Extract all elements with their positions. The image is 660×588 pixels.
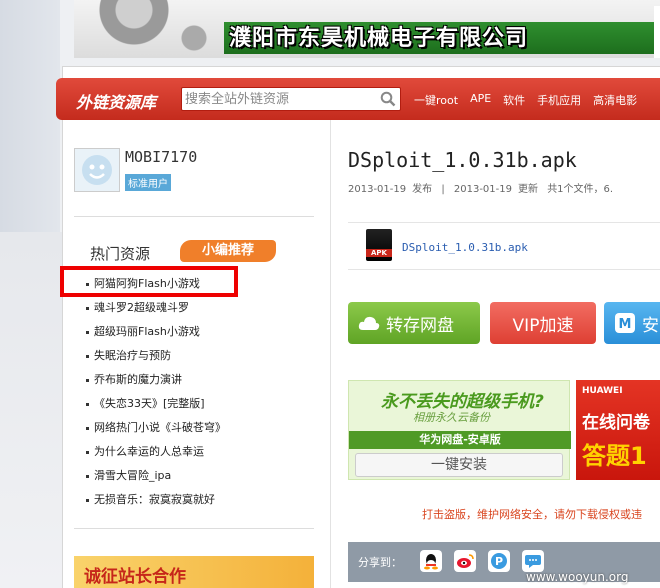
list-item[interactable]: 为什么幸运的人总幸运 [86,444,226,468]
bullet-icon [86,330,89,334]
bullet-icon [86,378,89,382]
copyright-notice: 打击盗版，维护网络安全，请勿下载侵权或违 [422,508,642,521]
column-divider [330,120,331,588]
banner-right: 主营 各种 优质 [654,6,660,58]
safe-download-button[interactable]: M 安 [604,302,660,344]
editor-pick-tab[interactable]: 小编推荐 [180,240,276,262]
sidebar-divider [74,528,314,529]
nav-links: 一键root APE 软件 手机应用 高清电影 [414,92,649,108]
partner-ad-text: 诚征站长合作 [84,567,186,587]
user-role-badge: 标准用户 [125,174,171,191]
ad-subline: 相册永久云备份 [413,411,490,424]
user-name[interactable]: MOBI7170 [125,148,197,166]
weibo-icon[interactable] [454,550,476,572]
nav-link-mobile-apps[interactable]: 手机应用 [537,92,581,108]
nav-link-root[interactable]: 一键root [414,92,458,108]
nav-link-ape[interactable]: APE [470,92,491,108]
bullet-icon [86,306,89,310]
partner-ad-banner[interactable]: 诚征站长合作 [74,556,314,588]
list-item[interactable]: 无损音乐：寂寞寂寞就好 [86,492,226,516]
meta-separator: | [441,184,445,195]
nav-link-software[interactable]: 软件 [503,92,525,108]
file-link[interactable]: DSploit_1.0.31b.apk [402,241,528,254]
search-input[interactable] [185,90,375,108]
site-logo[interactable]: 外链资源库 [76,89,156,113]
updated-label: 更新 [518,184,538,195]
page-title: DSploit_1.0.31b.apk [348,148,577,172]
published-label: 发布 [412,184,433,195]
banner-title: 濮阳市东昊机械电子有限公司 [229,26,529,51]
svg-text:M: M [619,317,632,332]
list-item[interactable]: 超级玛丽Flash小游戏 [86,324,226,348]
file-list-row: APK DSploit_1.0.31b.apk [348,222,660,270]
list-item[interactable]: 阿猫阿狗Flash小游戏 [86,276,226,300]
survey-ad[interactable]: HUAWEI 在线问卷 答题1 [576,380,660,480]
nav-link-hd-movies[interactable]: 高清电影 [593,92,637,108]
file-meta: 2013-01-19 发布 | 2013-01-19 更新 共1个文件，6. [348,180,619,195]
search-box [181,87,401,111]
bullet-icon [86,426,89,430]
list-item[interactable]: 失眠治疗与预防 [86,348,226,372]
bullet-icon [86,282,89,286]
gear-graphic [74,0,224,58]
share-icons: P [420,550,556,572]
file-count: 共1个文件，6. [547,184,614,195]
list-item[interactable]: 魂斗罗2超级魂斗罗 [86,300,226,324]
list-item[interactable]: 乔布斯的魔力演讲 [86,372,226,396]
bullet-icon [86,402,89,406]
vip-speedup-button[interactable]: VIP加速 [490,302,596,344]
avatar[interactable] [74,148,120,192]
watermark: www.wooyun.org [526,570,629,584]
left-background-strip [0,232,62,588]
list-item[interactable]: 《失恋33天》[完整版] [86,396,226,420]
site-nav-bar: 外链资源库 一键root APE 软件 手机应用 高清电影 [56,78,660,120]
qq-icon[interactable] [420,550,442,572]
cloud-icon [358,312,380,334]
qzone-icon[interactable]: P [488,550,510,572]
sidebar-divider [74,216,314,217]
top-banner-ad[interactable]: 濮阳市东昊机械电子有限公司 主营 各种 优质 [74,0,660,58]
bullet-icon [86,474,89,478]
transfer-to-cloud-button[interactable]: 转存网盘 [348,302,480,344]
svg-text:P: P [495,555,503,568]
huawei-logo: HUAWEI [582,386,623,396]
bullet-icon [86,450,89,454]
survey-ad-line2: 答题1 [582,442,647,470]
hot-resources-title: 热门资源 [90,245,151,263]
install-button[interactable]: 一键安装 [355,453,563,477]
list-item[interactable]: 网络热门小说《斗破苍穹》 [86,420,226,444]
message-icon[interactable] [522,550,544,572]
updated-date: 2013-01-19 [453,184,512,195]
share-label: 分享到： [358,556,402,569]
bullet-icon [86,354,89,358]
published-date: 2013-01-19 [348,184,407,195]
search-icon[interactable] [378,90,398,108]
list-item[interactable]: 滑雪大冒险_ipa [86,468,226,492]
huawei-cloud-ad[interactable]: 永不丢失的超级手机? 相册永久云备份 华为网盘-安卓版 一键安装 [348,380,571,480]
shield-icon: M [614,312,636,334]
hot-resources-list: 阿猫阿狗Flash小游戏 魂斗罗2超级魂斗罗 超级玛丽Flash小游戏 失眠治疗… [86,276,226,516]
ad-product: 华为网盘-安卓版 [349,431,571,449]
survey-ad-line1: 在线问卷 [582,413,650,433]
bullet-icon [86,498,89,502]
apk-file-icon: APK [366,229,392,261]
